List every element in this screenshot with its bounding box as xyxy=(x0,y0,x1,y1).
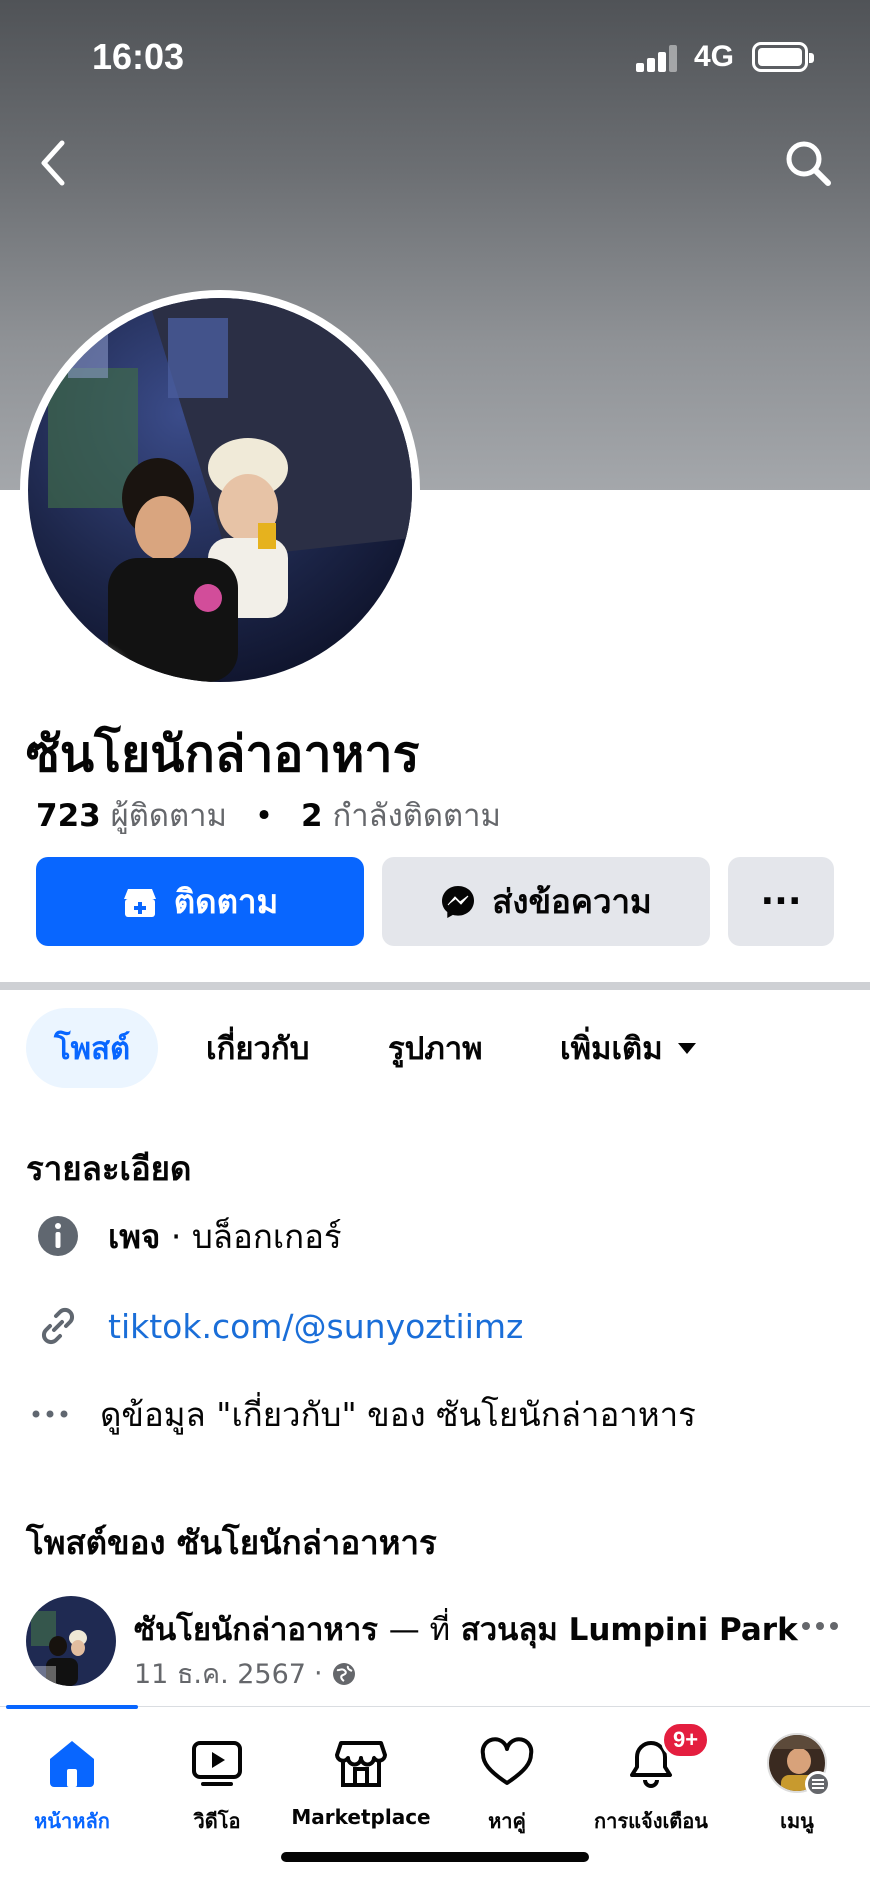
more-dots-icon xyxy=(28,1392,72,1436)
following-label: กำลังติดตาม xyxy=(332,798,501,834)
follow-stats[interactable]: 723 ผู้ติดตาม • 2 กำลังติดตาม xyxy=(36,790,501,840)
chevron-left-icon xyxy=(41,140,65,186)
page-type: เพจ xyxy=(108,1216,161,1256)
post-author-line[interactable]: ซันโยนักล่าอาหาร — ที่ สวนลุม Lumpini Pa… xyxy=(134,1604,798,1654)
tab-photos[interactable]: รูปภาพ xyxy=(388,1008,483,1088)
post-author-avatar[interactable] xyxy=(26,1596,116,1686)
stats-separator: • xyxy=(254,798,274,834)
status-bar: 16:03 4G xyxy=(0,0,870,110)
posts-title: โพสต์ของ ซันโยนักล่าอาหาร xyxy=(26,1523,437,1562)
message-button[interactable]: ส่งข้อความ xyxy=(382,857,710,946)
follow-page-icon xyxy=(122,885,158,919)
profile-picture[interactable] xyxy=(20,290,420,690)
menu-avatar-icon xyxy=(767,1733,831,1797)
post-location[interactable]: สวนลุม Lumpini Park xyxy=(461,1612,798,1648)
nav-home-label: หน้าหลัก xyxy=(34,1809,110,1833)
tab-about-label: เกี่ยวกับ xyxy=(206,1031,310,1067)
following-count: 2 xyxy=(301,798,323,834)
post-options-button[interactable] xyxy=(800,1602,840,1642)
tab-more-label: เพิ่มเติม xyxy=(560,1031,663,1067)
follow-label: ติดตาม xyxy=(173,882,279,921)
profile-tabs: โพสต์ เกี่ยวกับ รูปภาพ เพิ่มเติม xyxy=(0,1008,870,1088)
home-icon xyxy=(42,1733,102,1793)
marketplace-icon xyxy=(331,1733,391,1793)
detail-website[interactable]: tiktok.com/@sunyoztiimz xyxy=(0,1296,870,1356)
globe-icon xyxy=(332,1662,355,1685)
website-link[interactable]: tiktok.com/@sunyoztiimz xyxy=(108,1307,523,1346)
bell-icon: 9+ xyxy=(621,1721,711,1793)
nav-video-label: วิดีโอ xyxy=(193,1809,241,1833)
network-label: 4G xyxy=(694,40,735,73)
post-header: ซันโยนักล่าอาหาร — ที่ สวนลุม Lumpini Pa… xyxy=(0,1590,870,1690)
profile-name: ซันโยนักล่าอาหาร xyxy=(26,725,420,783)
info-icon xyxy=(36,1214,80,1258)
nav-notifications-label: การแจ้งเตือน xyxy=(594,1809,708,1833)
see-about-link[interactable]: ดูข้อมูล "เกี่ยวกับ" ของ ซันโยนักล่าอาหา… xyxy=(100,1388,696,1441)
tab-posts-label: โพสต์ xyxy=(54,1031,131,1067)
tab-about[interactable]: เกี่ยวกับ xyxy=(206,1008,309,1088)
search-button[interactable] xyxy=(780,135,836,191)
followers-count: 723 xyxy=(36,798,101,834)
caret-down-icon xyxy=(677,1043,696,1054)
notifications-badge: 9+ xyxy=(661,1721,711,1759)
tab-more[interactable]: เพิ่มเติม xyxy=(560,1008,699,1088)
nav-menu-label: เมนู xyxy=(780,1809,814,1833)
page-category: · บล็อกเกอร์ xyxy=(160,1216,342,1256)
post-meta-sep: · xyxy=(313,1658,323,1689)
heart-icon xyxy=(477,1733,537,1793)
post-date[interactable]: 11 ธ.ค. 2567 xyxy=(134,1652,306,1695)
post-location-sep: — ที่ xyxy=(388,1612,451,1648)
more-horizontal-icon xyxy=(802,1622,838,1630)
nav-home[interactable]: หน้าหลัก xyxy=(0,1733,147,1837)
status-time: 16:03 xyxy=(92,36,185,77)
more-label: ··· xyxy=(760,881,802,922)
details-title: รายละเอียด xyxy=(26,1149,192,1188)
post-author-name[interactable]: ซันโยนักล่าอาหาร xyxy=(134,1612,378,1648)
home-indicator xyxy=(281,1852,589,1862)
message-label: ส่งข้อความ xyxy=(492,882,652,921)
battery-icon xyxy=(752,42,814,72)
post-meta: 11 ธ.ค. 2567 · xyxy=(134,1652,357,1695)
detail-see-about[interactable]: ดูข้อมูล "เกี่ยวกับ" ของ ซันโยนักล่าอาหา… xyxy=(0,1384,870,1444)
nav-video[interactable]: วิดีโอ xyxy=(142,1733,292,1837)
profile-photo xyxy=(28,298,412,682)
link-icon xyxy=(36,1304,80,1348)
menu-lines-icon xyxy=(805,1771,831,1797)
detail-page-category: เพจ · บล็อกเกอร์ xyxy=(0,1206,870,1266)
nav-dating[interactable]: หาคู่ xyxy=(432,1733,582,1837)
follow-button[interactable]: ติดตาม xyxy=(36,857,364,946)
tab-posts[interactable]: โพสต์ xyxy=(26,1008,159,1088)
more-actions-button[interactable]: ··· xyxy=(728,857,834,946)
messenger-icon xyxy=(440,884,476,920)
tab-photos-label: รูปภาพ xyxy=(388,1031,483,1067)
back-button[interactable] xyxy=(30,135,80,191)
nav-menu[interactable]: เมนู xyxy=(722,1733,870,1837)
nav-marketplace-label: Marketplace xyxy=(291,1805,431,1829)
active-tab-indicator xyxy=(6,1705,138,1709)
followers-label: ผู้ติดตาม xyxy=(110,798,227,834)
nav-marketplace[interactable]: Marketplace xyxy=(286,1733,436,1829)
nav-dating-label: หาคู่ xyxy=(488,1809,526,1833)
nav-notifications[interactable]: 9+ การแจ้งเตือน xyxy=(576,1721,726,1837)
video-icon xyxy=(187,1733,247,1793)
search-icon xyxy=(786,141,831,186)
section-divider xyxy=(0,982,870,990)
signal-icon xyxy=(636,44,678,72)
